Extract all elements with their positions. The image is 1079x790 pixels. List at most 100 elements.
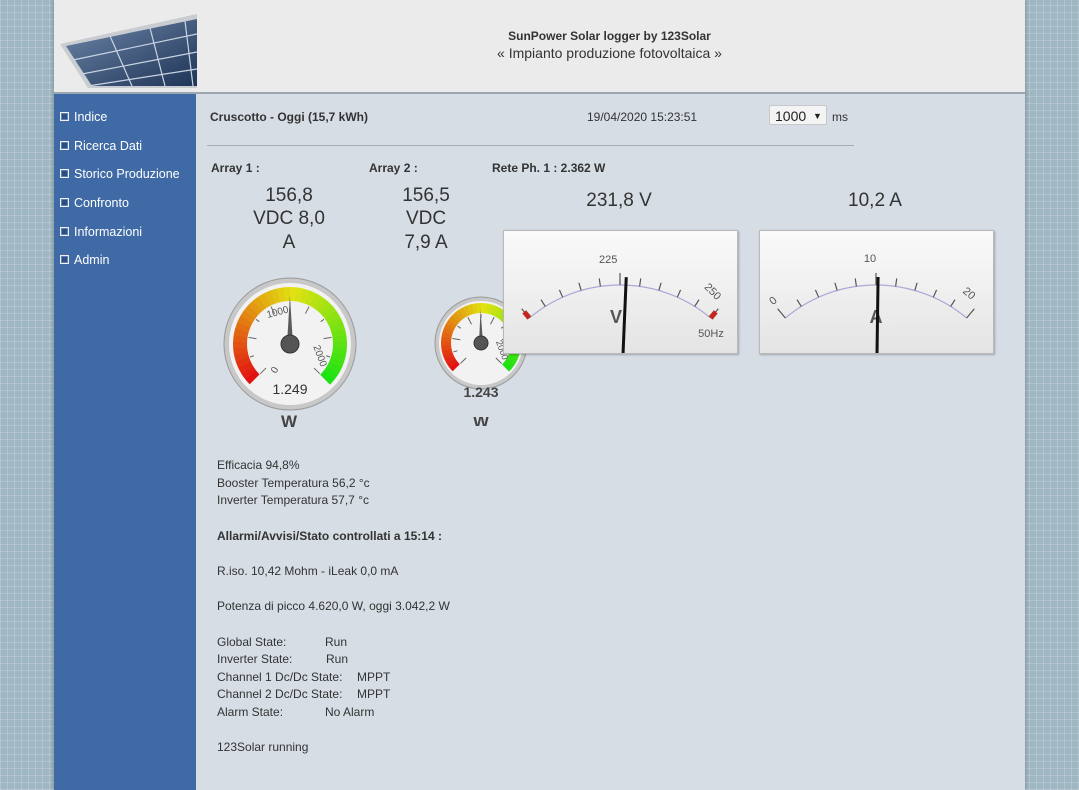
main-content: Cruscotto - Oggi (15,7 kWh) 19/04/2020 1… — [196, 94, 1025, 790]
meter-tick-label: 10 — [864, 253, 876, 265]
state-label: Inverter State: — [217, 652, 293, 666]
meter-tick — [676, 289, 682, 298]
array1-gauge-unit: W — [280, 412, 298, 431]
array2-current: 7,9 A — [404, 232, 448, 253]
gauge-color-band — [506, 355, 518, 365]
gauge-color-band — [471, 303, 478, 314]
gauge-color-band — [444, 355, 456, 364]
insulation-text: R.iso. 10,42 Mohm - iLeak 0,0 mA — [217, 564, 399, 578]
array1-label: Array 1 : — [211, 161, 260, 175]
header: SunPower Solar logger by 123Solar « Impi… — [54, 0, 1025, 94]
state-label: Global State: — [217, 635, 287, 649]
gauge-color-band — [504, 358, 516, 369]
sidebar-item-label: Admin — [74, 253, 110, 267]
gauge-color-band — [458, 307, 468, 319]
grid-label: Rete Ph. 1 : 2.362 W — [492, 161, 606, 175]
gauge-color-band — [441, 331, 453, 339]
meter-tick — [777, 308, 786, 319]
gauge-color-band — [326, 361, 342, 375]
meter-tick — [558, 289, 564, 298]
gauge-color-band — [313, 296, 328, 312]
gauge-color-band — [258, 292, 271, 309]
gauge-color-band — [238, 361, 254, 374]
meter-tick — [796, 299, 802, 307]
meter-tick-label: 225 — [599, 254, 617, 266]
meter-tick-label: 0 — [767, 295, 779, 308]
gauge-color-band — [244, 370, 260, 385]
state-label: Alarm State: — [217, 705, 284, 719]
gauge-color-band — [449, 361, 460, 372]
meter-tick — [895, 278, 898, 287]
sidebar-item-indice[interactable]: Indice — [60, 107, 107, 127]
bullet-icon — [60, 198, 69, 208]
gauge-color-band — [233, 334, 248, 343]
bullet-icon — [60, 169, 69, 179]
app-subtitle: « Impianto produzione fotovoltaica » — [497, 45, 722, 61]
gauge-color-band — [441, 348, 453, 356]
refresh-rate-select[interactable]: 1000 ▼ — [769, 105, 827, 125]
meter-needle — [875, 276, 880, 360]
meter-limit-marker — [708, 310, 718, 320]
sidebar-item-admin[interactable]: Admin — [60, 250, 109, 270]
bullet-icon — [60, 141, 69, 151]
sidebar-item-label: Storico Produzione — [74, 167, 180, 181]
gauge-color-band — [233, 346, 248, 356]
bullet-icon — [60, 227, 69, 237]
meter-frequency: 50Hz — [698, 328, 724, 340]
gauge-color-band — [317, 300, 333, 316]
array2-voltage: 156,5 — [402, 185, 450, 206]
current-meter: 0 10 20 A — [759, 230, 994, 360]
state-label: Channel 2 Dc/Dc State: — [217, 687, 343, 701]
gauge-color-band — [331, 328, 347, 338]
gauge-color-band — [321, 305, 337, 320]
gauge-color-band — [264, 290, 276, 306]
efficiency-text: Efficacia 94,8% — [217, 458, 300, 472]
peak-power-text: Potenza di picco 4.620,0 W, oggi 3.042,2… — [217, 599, 450, 613]
meter-unit: V — [610, 307, 622, 327]
sidebar-item-confronto[interactable]: Confronto — [60, 193, 129, 213]
gauge-color-band — [276, 287, 286, 303]
meter-needle — [621, 277, 628, 360]
meter-tick — [540, 299, 546, 307]
array2-label: Array 2 : — [369, 161, 418, 175]
app-title: SunPower Solar logger by 123Solar — [508, 29, 711, 43]
gauge-color-band — [484, 303, 491, 314]
gauge-color-band — [446, 358, 458, 368]
gauge-color-band — [252, 296, 267, 312]
sidebar-item-label: Indice — [74, 110, 108, 124]
gauge-color-band — [441, 345, 452, 351]
inverter-temperature-text: Inverter Temperatura 57,7 °c — [217, 493, 369, 507]
sidebar: Indice Ricerca Dati Storico Produzione C… — [54, 94, 196, 790]
gauge-color-band — [327, 316, 343, 328]
gauge-color-band — [241, 366, 257, 380]
gauge-color-band — [309, 293, 323, 309]
chevron-down-icon: ▼ — [813, 111, 822, 121]
gauge-color-band — [491, 305, 500, 317]
alarms-title: Allarmi/Avvisi/Stato controllati a 15:14… — [217, 529, 442, 543]
gauge-color-band — [501, 361, 513, 372]
state-value: MPPT — [357, 670, 391, 684]
state-value: No Alarm — [325, 705, 375, 719]
gauge-color-band — [240, 310, 256, 324]
meter-tick-label: 250 — [702, 281, 723, 302]
gauge-readout: 1.249 — [272, 381, 307, 397]
state-value: MPPT — [357, 687, 391, 701]
sidebar-item-storico-produzione[interactable]: Storico Produzione — [60, 164, 180, 184]
gauge-color-band — [451, 312, 462, 323]
sidebar-item-ricerca-dati[interactable]: Ricerca Dati — [60, 136, 142, 156]
meter-tick — [932, 289, 938, 298]
refresh-rate-unit: ms — [832, 110, 848, 124]
state-label: Channel 1 Dc/Dc State: — [217, 670, 343, 684]
datetime: 19/04/2020 15:23:51 — [587, 110, 698, 124]
array2-gauge-unit: W — [471, 417, 491, 426]
gauge-color-band — [320, 370, 335, 385]
divider — [207, 145, 854, 146]
gauge-color-band — [444, 323, 455, 332]
bullet-icon — [60, 255, 69, 265]
array1-power-gauge: 0 1000 2000 1.249 — [223, 277, 357, 411]
gauge-color-band — [330, 352, 346, 363]
gauge-color-band — [243, 304, 259, 319]
sidebar-item-informazioni[interactable]: Informazioni — [60, 222, 142, 242]
gauge-color-band — [299, 288, 311, 304]
array2-voltage-unit: VDC — [405, 208, 447, 229]
